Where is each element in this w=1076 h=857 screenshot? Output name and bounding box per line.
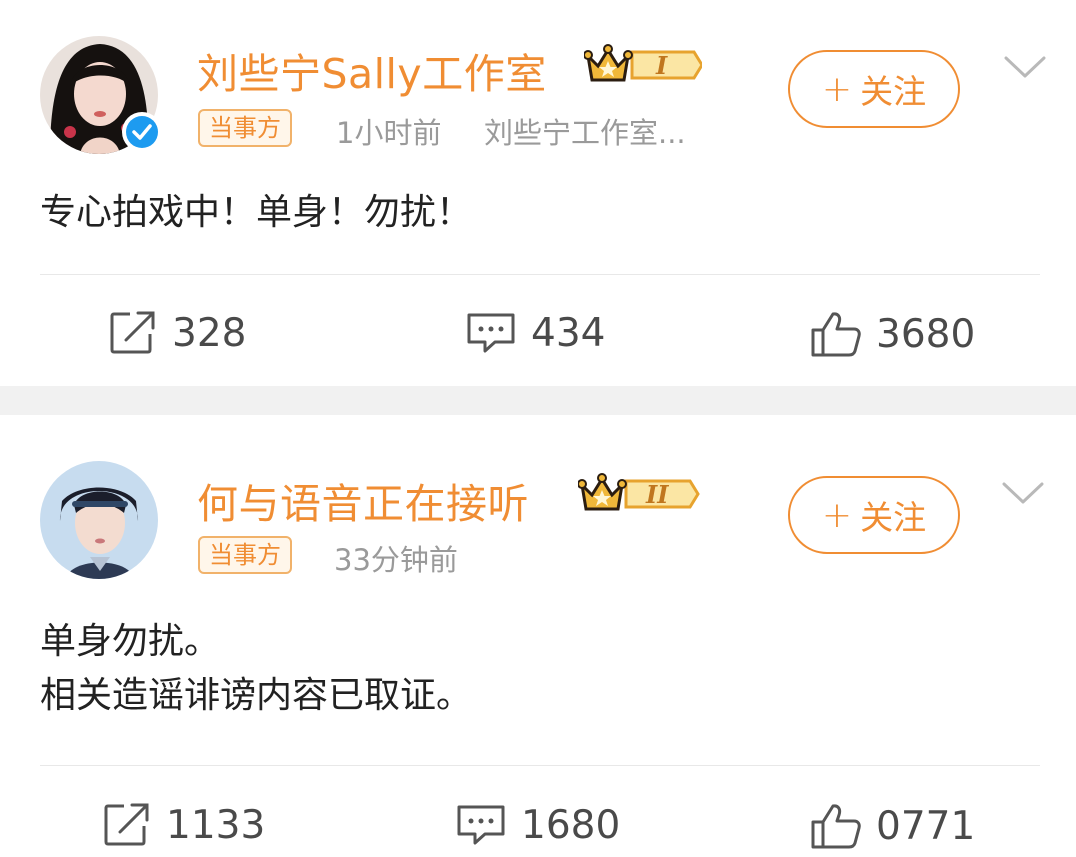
avatar-image [40,461,158,579]
repost-count: 328 [172,310,247,356]
chevron-down-icon[interactable] [1002,52,1048,82]
level-badge-text: I [655,51,668,80]
comment-icon [467,313,515,353]
comment-icon [457,805,505,845]
repost-count: 1133 [166,802,266,848]
comment-button[interactable]: 1680 [455,802,620,848]
author-name[interactable]: 何与语音正在接听 [197,470,529,530]
comment-count: 1680 [521,802,621,848]
post-card: 刘些宁Sally工作室 I 当事方 1小时前 刘些宁工作室... + 关注 专心… [0,0,1076,386]
post-source: 刘些宁工作室... [484,116,686,150]
content-line: 相关造谣诽谤内容已取证。 [40,675,473,716]
follow-button[interactable]: + 关注 [788,50,960,128]
post-separator [0,386,1076,415]
post-card: 何与语音正在接听 II 当事方 33分钟前 + 关注 单身勿扰。 相关造谣诽谤内… [0,415,1076,857]
post-content: 专心拍戏中！单身！勿扰！ [40,186,472,240]
repost-button[interactable]: 328 [108,310,246,356]
like-button[interactable]: 3680 [810,310,975,358]
verified-icon [122,112,162,152]
repost-icon [110,311,155,354]
content-line: 单身勿扰。 [40,621,221,662]
divider [40,765,1040,766]
comment-button[interactable]: 434 [465,310,605,356]
plus-icon: + [821,494,853,536]
post-time: 33分钟前 [334,543,458,577]
like-button[interactable]: 0771 [810,802,975,850]
repost-button[interactable]: 1133 [102,802,265,848]
post-time: 1小时前 [336,116,442,150]
divider [40,274,1040,275]
plus-icon: + [821,68,853,110]
crown-icon: I [583,42,704,92]
follow-label: 关注 [860,498,927,537]
crown-icon: II [577,471,700,521]
level-badge-text: II [645,480,669,509]
chevron-down-icon[interactable] [1000,478,1046,508]
party-tag: 当事方 [198,536,292,574]
like-count: 0771 [876,803,976,849]
like-icon [811,804,861,849]
content-line: 专心拍戏中！单身！勿扰！ [40,192,473,233]
party-tag: 当事方 [198,109,292,147]
author-name[interactable]: 刘些宁Sally工作室 [197,40,547,100]
like-count: 3680 [876,311,976,357]
comment-count: 434 [531,310,606,356]
like-icon [811,312,861,357]
repost-icon [104,803,149,846]
avatar[interactable] [40,461,158,579]
follow-button[interactable]: + 关注 [788,476,960,554]
follow-label: 关注 [860,72,927,111]
post-content: 单身勿扰。 相关造谣诽谤内容已取证。 [40,615,472,723]
